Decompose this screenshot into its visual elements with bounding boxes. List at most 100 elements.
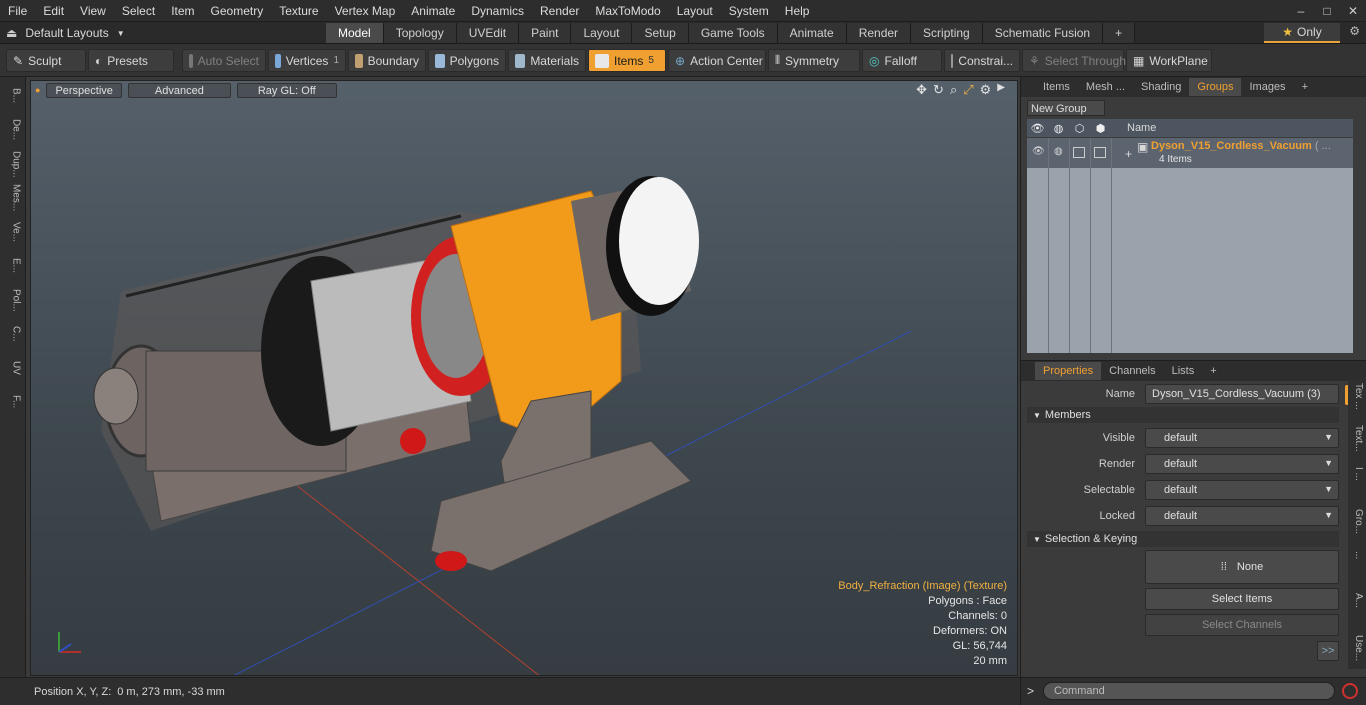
left-strip-tab[interactable]: Mes... <box>4 183 22 213</box>
menu-item-texture[interactable]: Texture <box>271 0 326 22</box>
tab-animate[interactable]: Animate <box>777 23 847 43</box>
side-tab[interactable]: I ... <box>1350 467 1364 505</box>
record-icon[interactable] <box>1342 683 1358 699</box>
locked-dropdown[interactable]: default ▼ <box>1145 506 1339 526</box>
menu-item-select[interactable]: Select <box>114 0 163 22</box>
panel-tab-items[interactable]: Items <box>1035 78 1078 96</box>
more-button[interactable]: >> <box>1317 641 1339 661</box>
constraints-button[interactable]: Constrai... <box>944 49 1020 72</box>
menu-item-render[interactable]: Render <box>532 0 587 22</box>
left-strip-tab[interactable]: C... <box>4 319 22 349</box>
row-select-checkbox[interactable] <box>1094 147 1106 158</box>
left-strip-tab[interactable]: De... <box>4 115 22 145</box>
render-icon[interactable]: ◍ <box>1048 122 1069 135</box>
gear-icon[interactable]: ⚙ <box>1349 24 1360 38</box>
visibility-eye-icon[interactable]: 👁 <box>1027 122 1048 135</box>
viewport-settings-icon[interactable]: ⚙ <box>980 82 992 98</box>
selectable-dropdown[interactable]: default ▼ <box>1145 480 1339 500</box>
panel-tab-lists[interactable]: Lists <box>1164 362 1203 380</box>
left-strip-tab[interactable]: Ve... <box>4 217 22 247</box>
polygons-button[interactable]: Polygons <box>428 49 506 72</box>
tab-game-tools[interactable]: Game Tools <box>688 23 778 43</box>
layouts-dropdown[interactable]: ⏏ Default Layouts ▼ <box>6 22 125 44</box>
side-tab[interactable]: Gro... <box>1350 509 1364 547</box>
sculpt-button[interactable]: ✎ Sculpt <box>6 49 86 72</box>
tab-paint[interactable]: Paint <box>519 23 572 43</box>
row-eye-icon[interactable]: 👁 <box>1032 146 1045 157</box>
lock-icon[interactable]: ⬡ <box>1069 122 1090 135</box>
side-tab[interactable]: Tex ... <box>1350 383 1364 421</box>
tab-uvedit[interactable]: UVEdit <box>456 23 520 43</box>
add-panel-tab-icon[interactable]: + <box>1202 362 1224 380</box>
panel-tab-images[interactable]: Images <box>1241 78 1293 96</box>
shading-mode-button[interactable]: Advanced <box>127 82 231 98</box>
raygl-button[interactable]: Ray GL: Off <box>236 82 337 98</box>
boundary-button[interactable]: Boundary <box>348 49 426 72</box>
rotate-icon[interactable]: ↻ <box>933 82 944 98</box>
auto-select-button[interactable]: Auto Select <box>182 49 266 72</box>
add-panel-tab-icon[interactable]: + <box>1294 78 1316 96</box>
menu-item-maxtomodo[interactable]: MaxToModo <box>587 0 668 22</box>
pan-icon[interactable]: ✥ <box>916 82 927 98</box>
menu-item-layout[interactable]: Layout <box>669 0 721 22</box>
render-dropdown[interactable]: default ▼ <box>1145 454 1339 474</box>
maximize-icon[interactable]: □ <box>1314 0 1340 22</box>
menu-item-animate[interactable]: Animate <box>403 0 463 22</box>
panel-tab-channels[interactable]: Channels <box>1101 362 1163 380</box>
fit-icon[interactable]: ⤢ <box>963 82 973 98</box>
select-channels-button[interactable]: Select Channels <box>1145 614 1339 636</box>
action-center-button[interactable]: ⊕ Action Center <box>668 49 766 72</box>
close-icon[interactable]: ✕ <box>1340 0 1366 22</box>
only-toggle[interactable]: ★ Only <box>1264 23 1340 43</box>
tab-layout[interactable]: Layout <box>571 23 633 43</box>
add-tab-icon[interactable]: + <box>1103 23 1136 43</box>
tab-setup[interactable]: Setup <box>632 23 689 43</box>
left-strip-tab[interactable]: E... <box>4 251 22 281</box>
3d-viewport[interactable]: ● Perspective Advanced Ray GL: Off ✥ ↻ ⌕… <box>30 80 1018 676</box>
panel-tab-shading[interactable]: Shading <box>1133 78 1189 96</box>
panel-tab-properties[interactable]: Properties <box>1035 362 1102 380</box>
side-tab[interactable]: Text... <box>1350 425 1364 463</box>
new-group-button[interactable]: New Group <box>1027 100 1105 116</box>
keying-none-button[interactable]: ⁞⁞ None <box>1145 550 1339 584</box>
selection-keying-section[interactable]: ▼ Selection & Keying <box>1027 531 1339 547</box>
menu-item-geometry[interactable]: Geometry <box>203 0 272 22</box>
menu-item-dynamics[interactable]: Dynamics <box>463 0 532 22</box>
name-field[interactable]: Dyson_V15_Cordless_Vacuum (3) <box>1145 384 1339 404</box>
side-tab[interactable]: Use... <box>1350 635 1364 673</box>
menu-item-edit[interactable]: Edit <box>35 0 72 22</box>
select-icon[interactable]: ⬢ <box>1090 122 1111 135</box>
left-strip-tab[interactable]: Dup... <box>4 149 22 179</box>
command-input[interactable]: Command <box>1043 682 1335 700</box>
members-section[interactable]: ▼ Members <box>1027 407 1339 423</box>
tab-model[interactable]: Model <box>326 23 384 43</box>
side-tab[interactable]: ... <box>1350 551 1364 589</box>
side-tab[interactable]: A... <box>1350 593 1364 631</box>
menu-item-help[interactable]: Help <box>777 0 818 22</box>
home-icon[interactable]: ⏏ <box>6 26 17 40</box>
group-row[interactable]: 👁 ◍ + ▣ Dyson_V15_Cordless_Vacuum ( ... … <box>1027 138 1353 168</box>
panel-tab-groups[interactable]: Groups <box>1189 78 1242 96</box>
expand-arrow-icon[interactable]: ▶ <box>997 82 1005 98</box>
presets-button[interactable]: ◐ Presets <box>88 49 174 72</box>
tab-topology[interactable]: Topology <box>383 23 457 43</box>
left-strip-tab[interactable]: B... <box>4 81 22 111</box>
minimize-icon[interactable]: – <box>1288 0 1314 22</box>
zoom-icon[interactable]: ⌕ <box>950 82 957 98</box>
visible-dropdown[interactable]: default ▼ <box>1145 428 1339 448</box>
menu-item-system[interactable]: System <box>721 0 777 22</box>
select-through-button[interactable]: ⚘ Select Through <box>1022 49 1126 72</box>
vertices-button[interactable]: Vertices 1 <box>268 49 346 72</box>
menu-item-view[interactable]: View <box>72 0 114 22</box>
falloff-button[interactable]: ◎ Falloff <box>862 49 942 72</box>
row-lock-checkbox[interactable] <box>1073 147 1085 158</box>
tab-render[interactable]: Render <box>846 23 912 43</box>
tab-scripting[interactable]: Scripting <box>911 23 983 43</box>
viewport-menu-icon[interactable]: ● <box>35 85 40 95</box>
row-render-icon[interactable]: ◍ <box>1054 146 1063 157</box>
workplane-button[interactable]: ▦ WorkPlane <box>1126 49 1212 72</box>
expand-plus-icon[interactable]: + <box>1125 147 1132 161</box>
menu-item-file[interactable]: File <box>0 0 35 22</box>
symmetry-button[interactable]: ⫴ Symmetry <box>768 49 860 72</box>
left-strip-tab[interactable]: F... <box>4 387 22 417</box>
